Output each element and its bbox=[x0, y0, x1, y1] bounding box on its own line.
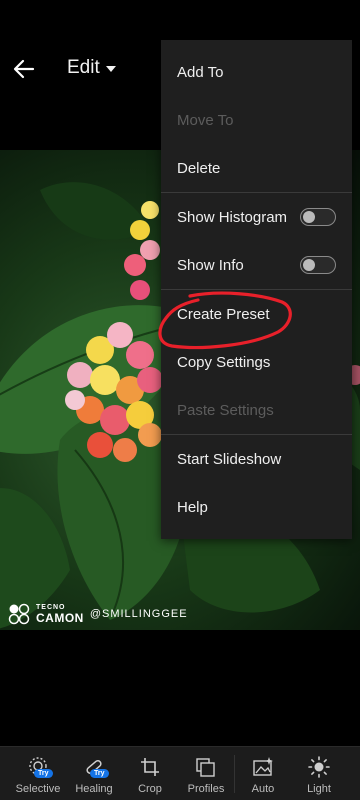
bottom-toolbar: Try Selective Try Healing Crop Profiles bbox=[0, 746, 360, 800]
menu-item-label: Move To bbox=[177, 111, 234, 129]
toggle-knob bbox=[303, 258, 315, 271]
menu-item-paste-settings: Paste Settings bbox=[161, 390, 352, 430]
tool-label: Selective bbox=[15, 783, 61, 795]
tool-healing[interactable]: Try Healing bbox=[66, 747, 122, 800]
menu-item-show-histogram[interactable]: Show Histogram bbox=[161, 197, 352, 237]
try-badge: Try bbox=[90, 769, 109, 778]
sun-icon bbox=[308, 756, 330, 778]
crop-icon bbox=[141, 758, 159, 776]
menu-item-delete[interactable]: Delete bbox=[161, 148, 352, 188]
menu-divider bbox=[161, 434, 352, 435]
watermark-handle: @SMILLINGGEE bbox=[89, 608, 188, 620]
arrow-left-icon bbox=[13, 59, 35, 79]
tool-label: Auto bbox=[251, 783, 275, 795]
menu-item-label: Show Histogram bbox=[177, 208, 288, 226]
menu-item-show-info[interactable]: Show Info bbox=[161, 245, 352, 285]
tool-label: Healing bbox=[75, 783, 113, 795]
tool-label: Light bbox=[307, 783, 331, 795]
menu-item-label: Help bbox=[177, 498, 208, 516]
tool-label: Profiles bbox=[187, 783, 225, 795]
caret-down-icon bbox=[105, 66, 116, 72]
watermark: TECNO CAMON @SMILLINGGEE bbox=[8, 603, 188, 625]
tool-crop[interactable]: Crop bbox=[122, 747, 178, 800]
tool-light[interactable]: Light bbox=[291, 747, 347, 800]
menu-item-label: Show Info bbox=[177, 256, 244, 274]
info-toggle[interactable] bbox=[300, 256, 336, 274]
page-title: Edit bbox=[67, 57, 100, 78]
menu-item-label: Add To bbox=[177, 63, 224, 81]
menu-divider bbox=[161, 192, 352, 193]
menu-item-start-slideshow[interactable]: Start Slideshow bbox=[161, 439, 352, 479]
menu-item-add-to[interactable]: Add To bbox=[161, 52, 352, 92]
watermark-brand-big: CAMON bbox=[36, 611, 84, 625]
menu-item-move-to: Move To bbox=[161, 100, 352, 140]
menu-item-label: Start Slideshow bbox=[177, 450, 282, 468]
tool-profiles[interactable]: Profiles bbox=[178, 747, 234, 800]
tool-selective[interactable]: Try Selective bbox=[10, 747, 66, 800]
menu-item-label: Delete bbox=[177, 159, 221, 177]
histogram-toggle[interactable] bbox=[300, 208, 336, 226]
back-button[interactable] bbox=[10, 55, 38, 83]
tool-auto[interactable]: Auto bbox=[235, 747, 291, 800]
try-badge: Try bbox=[34, 769, 53, 778]
tecno-logo-icon bbox=[8, 603, 30, 625]
menu-item-help[interactable]: Help bbox=[161, 487, 352, 527]
edit-mode-dropdown[interactable]: Edit bbox=[67, 57, 116, 79]
tool-label: Crop bbox=[138, 783, 162, 795]
menu-item-label: Paste Settings bbox=[177, 401, 274, 419]
toggle-knob bbox=[303, 210, 315, 223]
profiles-icon bbox=[196, 758, 215, 777]
auto-icon bbox=[253, 757, 273, 776]
annotation-scribble bbox=[158, 291, 292, 350]
